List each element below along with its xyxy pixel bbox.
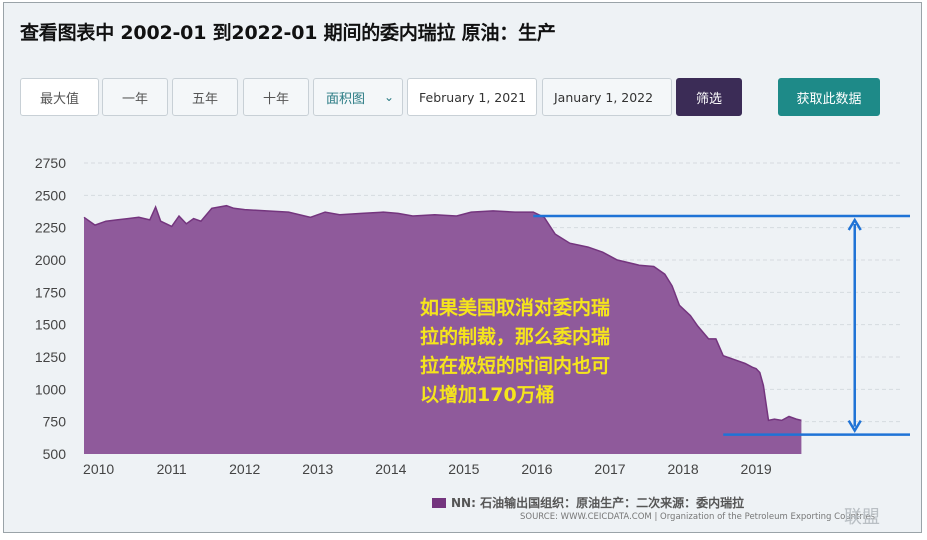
annotation-line: 如果美国取消对委内瑞 <box>420 296 610 319</box>
legend-label: NN: 石油输出国组织：原油生产：二次来源：委内瑞拉 <box>451 496 745 510</box>
y-tick-label: 750 <box>43 414 67 430</box>
legend: NN: 石油输出国组织：原油生产：二次来源：委内瑞拉 <box>432 494 744 511</box>
y-axis: 500 750 1000 1250 1500 1750 2000 2250 2500 2750 <box>35 155 66 462</box>
area-chart: 500 750 1000 1250 1500 1750 2000 2250 2500 2750 2… <box>35 155 910 477</box>
y-tick-label: 500 <box>43 446 67 462</box>
watermark: 联盟 <box>844 507 880 528</box>
y-tick-label: 2500 <box>35 187 66 203</box>
x-tick-label: 2013 <box>302 461 333 477</box>
y-tick-label: 2000 <box>35 252 66 268</box>
x-tick-label: 2010 <box>83 461 114 477</box>
x-tick-label: 2016 <box>521 461 552 477</box>
x-tick-label: 2015 <box>448 461 479 477</box>
annotation-line: 以增加170万桶 <box>420 383 555 406</box>
x-tick-label: 2011 <box>157 461 187 477</box>
y-tick-label: 1750 <box>35 284 66 300</box>
x-tick-label: 2014 <box>375 461 406 477</box>
y-tick-label: 2250 <box>35 220 66 236</box>
x-tick-label: 2017 <box>594 461 625 477</box>
y-tick-label: 2750 <box>35 155 66 171</box>
y-tick-label: 1000 <box>35 381 66 397</box>
legend-swatch <box>432 497 446 508</box>
y-tick-label: 1500 <box>35 317 66 333</box>
annotation-line: 拉的制裁，那么委内瑞 <box>420 325 610 348</box>
annotation-line: 拉在极短的时间内也可 <box>420 354 610 377</box>
source-note: SOURCE: WWW.CEICDATA.COM | Organization … <box>520 512 875 522</box>
x-tick-label: 2018 <box>667 461 698 477</box>
x-tick-label: 2012 <box>229 461 260 477</box>
y-tick-label: 1250 <box>35 349 66 365</box>
x-axis: 2010 2011 2012 2013 2014 2015 2016 2017 2018 2019 <box>83 461 772 477</box>
x-tick-label: 2019 <box>741 461 772 477</box>
chart-panel: 查看图表中 2002-01 到2022-01 期间的委内瑞拉 原油：生产 最大值… <box>3 2 922 533</box>
